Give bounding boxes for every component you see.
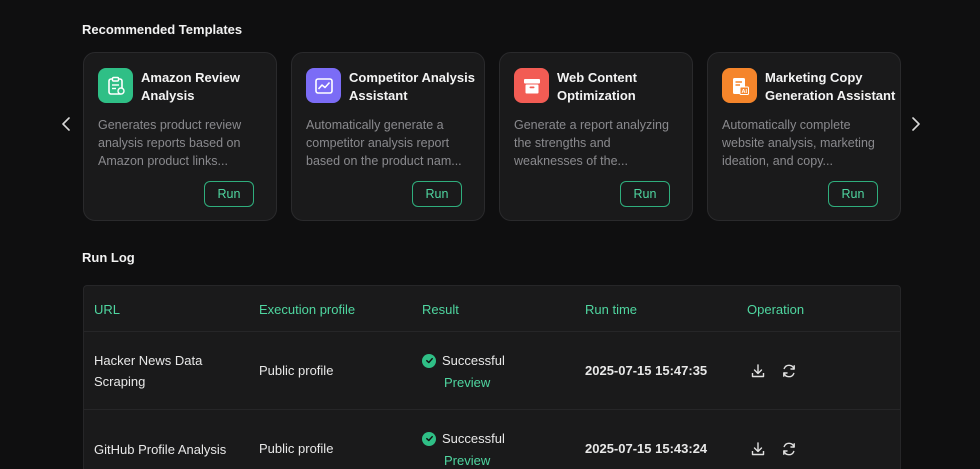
preview-link[interactable]: Preview <box>444 453 490 468</box>
template-card-description: Automatically generate a competitor anal… <box>306 118 462 168</box>
row-execution-profile: Public profile <box>259 441 334 456</box>
row-run-time: 2025-07-15 15:43:24 <box>585 441 708 456</box>
ai-document-icon: AI <box>722 68 757 103</box>
template-card-amazon-review[interactable]: Amazon Review Analysis Generates product… <box>83 52 277 221</box>
check-circle-icon <box>422 353 436 368</box>
template-card-marketing-copy[interactable]: AI Marketing Copy Generation Assistant A… <box>707 52 901 221</box>
template-card-description: Generate a report analyzing the strength… <box>514 118 669 168</box>
row-url: Hacker News Data Scraping <box>94 353 203 389</box>
template-card-list: Amazon Review Analysis Generates product… <box>83 52 901 221</box>
run-button[interactable]: Run <box>828 181 878 207</box>
check-circle-icon <box>422 431 436 446</box>
template-card-title: Web Content Optimization <box>557 70 637 103</box>
chevron-right-icon <box>912 117 920 131</box>
recommended-templates-title: Recommended Templates <box>82 22 243 37</box>
column-header-execution-profile: Execution profile <box>259 302 356 317</box>
download-icon[interactable] <box>749 440 767 458</box>
run-button[interactable]: Run <box>620 181 670 207</box>
template-card-description: Automatically complete website analysis,… <box>722 118 875 168</box>
table-header: URL Execution profile Result Run time Op… <box>84 286 900 332</box>
refresh-icon[interactable] <box>780 362 798 380</box>
row-result-status: Successful <box>422 353 505 368</box>
row-result-label: Successful <box>442 353 505 368</box>
preview-link[interactable]: Preview <box>444 375 490 390</box>
page: Recommended Templates Amazon Review Anal… <box>0 0 980 469</box>
run-button[interactable]: Run <box>412 181 462 207</box>
svg-text:AI: AI <box>741 89 747 95</box>
template-card-competitor-analysis[interactable]: Competitor Analysis Assistant Automatica… <box>291 52 485 221</box>
clipboard-icon <box>98 68 133 103</box>
chart-line-icon <box>306 68 341 103</box>
row-url: GitHub Profile Analysis <box>94 442 227 457</box>
column-header-result: Result <box>422 302 459 317</box>
column-header-run-time: Run time <box>585 302 638 317</box>
download-icon[interactable] <box>749 362 767 380</box>
template-card-title: Competitor Analysis Assistant <box>349 70 475 103</box>
column-header-url: URL <box>94 302 121 317</box>
template-card-title: Amazon Review Analysis <box>141 70 240 103</box>
run-log-table: URL Execution profile Result Run time Op… <box>83 285 901 469</box>
row-run-time: 2025-07-15 15:47:35 <box>585 363 708 378</box>
template-card-title: Marketing Copy Generation Assistant <box>765 70 896 103</box>
template-card-description: Generates product review analysis report… <box>98 118 242 168</box>
row-execution-profile: Public profile <box>259 363 334 378</box>
archive-box-icon <box>514 68 549 103</box>
refresh-icon[interactable] <box>780 440 798 458</box>
template-card-web-content-optimization[interactable]: Web Content Optimization Generate a repo… <box>499 52 693 221</box>
carousel-next-button[interactable] <box>906 114 926 134</box>
carousel-prev-button[interactable] <box>56 114 76 134</box>
row-result-label: Successful <box>442 431 505 446</box>
row-result-status: Successful <box>422 431 505 446</box>
run-log-title: Run Log <box>82 250 135 265</box>
table-row: GitHub Profile Analysis Public profile S… <box>84 410 900 469</box>
table-row: Hacker News Data Scraping Public profile… <box>84 332 900 410</box>
run-button[interactable]: Run <box>204 181 254 207</box>
column-header-operation: Operation <box>747 302 805 317</box>
chevron-left-icon <box>62 117 70 131</box>
